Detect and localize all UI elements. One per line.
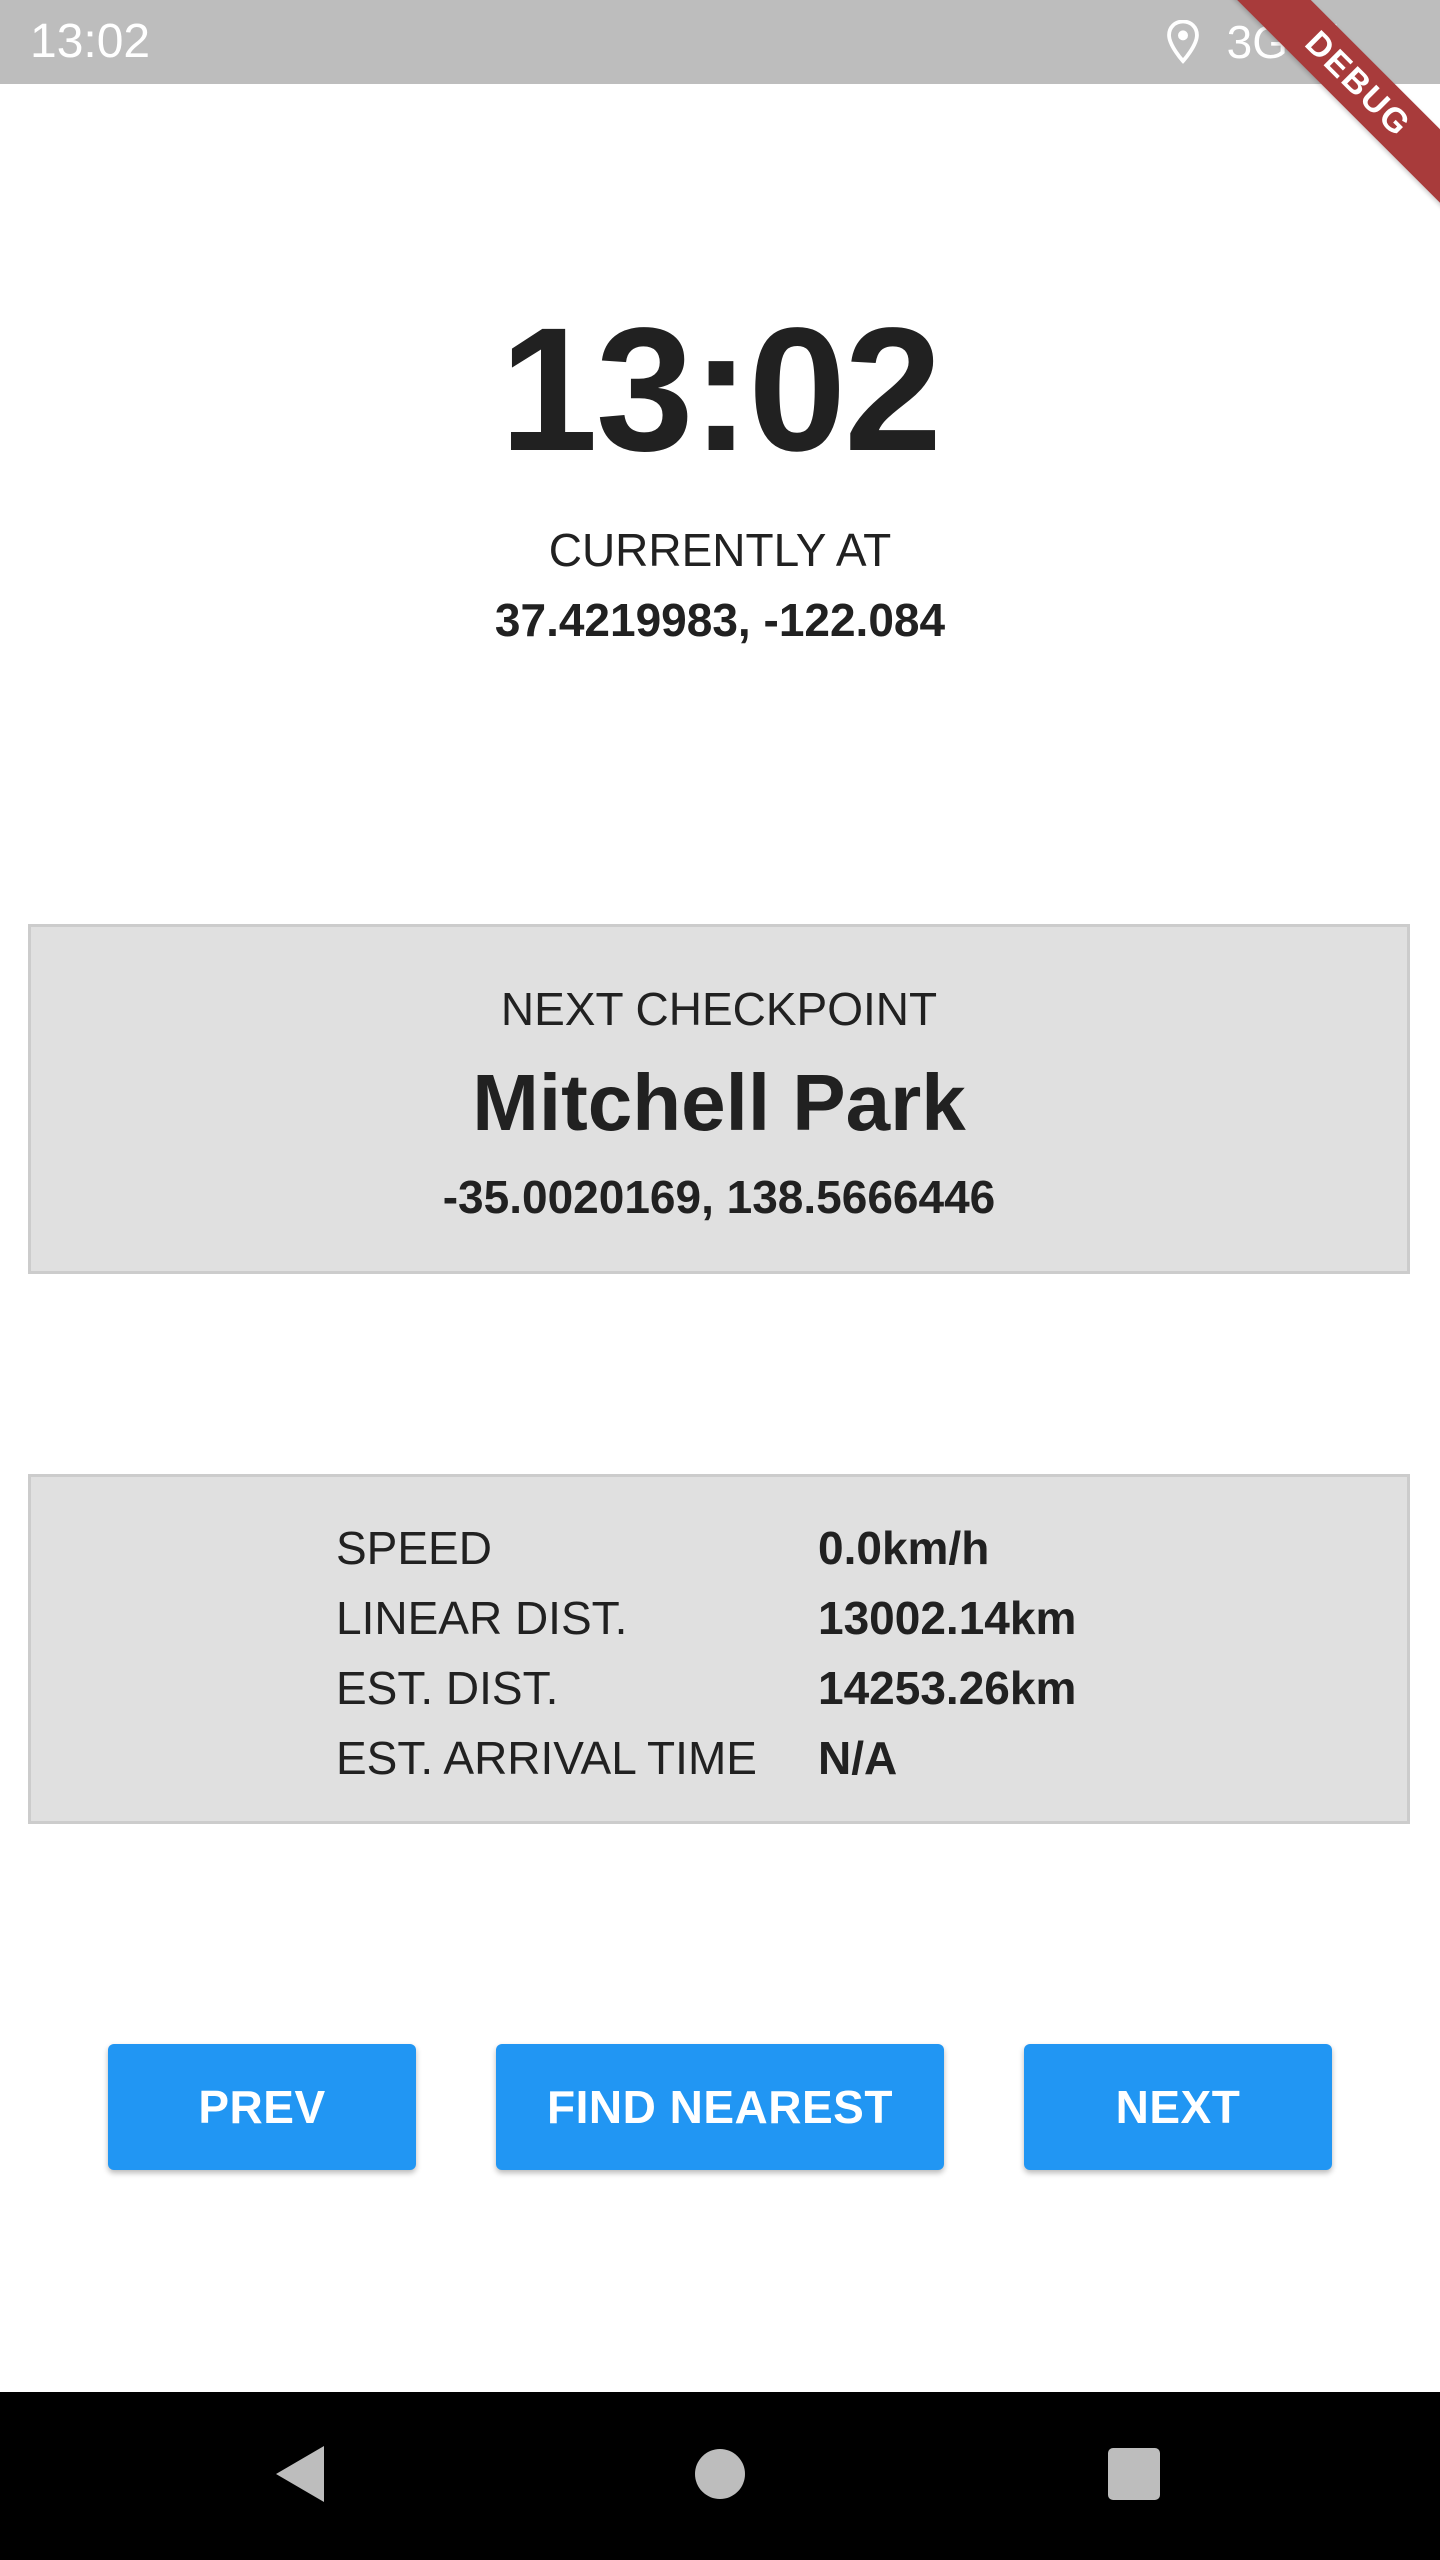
- stat-value: 13002.14km: [818, 1592, 1077, 1644]
- home-icon: [693, 2447, 747, 2506]
- app-screen: 13:02 3G DEBUG 13:02 CURRENTLY AT 37.421…: [0, 0, 1440, 2560]
- stat-row-est-dist: EST. DIST. 14253.26km: [336, 1653, 1236, 1723]
- status-time: 13:02: [30, 15, 151, 68]
- back-icon: [272, 2444, 328, 2509]
- current-location-label: CURRENTLY AT: [548, 524, 892, 576]
- checkpoint-coords: -35.0020169, 138.5666446: [442, 1171, 996, 1223]
- stat-label: SPEED: [336, 1522, 492, 1574]
- stat-label: EST. ARRIVAL TIME: [336, 1732, 757, 1784]
- home-button[interactable]: [640, 2392, 800, 2560]
- recents-button[interactable]: [1054, 2392, 1214, 2560]
- next-checkpoint-card: NEXT CHECKPOINT Mitchell Park -35.002016…: [28, 924, 1410, 1274]
- stat-value: N/A: [818, 1732, 898, 1784]
- current-location-coords: 37.4219983, -122.084: [494, 594, 946, 646]
- stat-row-speed: SPEED 0.0km/h: [336, 1513, 1236, 1583]
- stat-row-linear-dist: LINEAR DIST. 13002.14km: [336, 1583, 1236, 1653]
- prev-button[interactable]: PREV: [108, 2044, 416, 2170]
- next-button[interactable]: NEXT: [1024, 2044, 1332, 2170]
- status-bar: 13:02 3G: [0, 0, 1440, 84]
- clock-display: 13:02: [499, 292, 942, 488]
- back-button[interactable]: [220, 2392, 380, 2560]
- find-nearest-button[interactable]: FIND NEAREST: [496, 2044, 944, 2170]
- stat-label: EST. DIST.: [336, 1662, 559, 1714]
- navigation-bar: [0, 2392, 1440, 2560]
- stat-value: 14253.26km: [818, 1662, 1077, 1714]
- recents-icon: [1107, 2447, 1161, 2506]
- stat-value: 0.0km/h: [818, 1522, 990, 1574]
- next-checkpoint-label: NEXT CHECKPOINT: [500, 983, 938, 1035]
- location-icon: [1165, 20, 1201, 64]
- stat-label: LINEAR DIST.: [336, 1592, 628, 1644]
- checkpoint-name: Mitchell Park: [472, 1058, 966, 1147]
- stat-row-est-arrival-time: EST. ARRIVAL TIME N/A: [336, 1723, 1236, 1793]
- stats-card: SPEED 0.0km/h LINEAR DIST. 13002.14km ES…: [28, 1474, 1410, 1824]
